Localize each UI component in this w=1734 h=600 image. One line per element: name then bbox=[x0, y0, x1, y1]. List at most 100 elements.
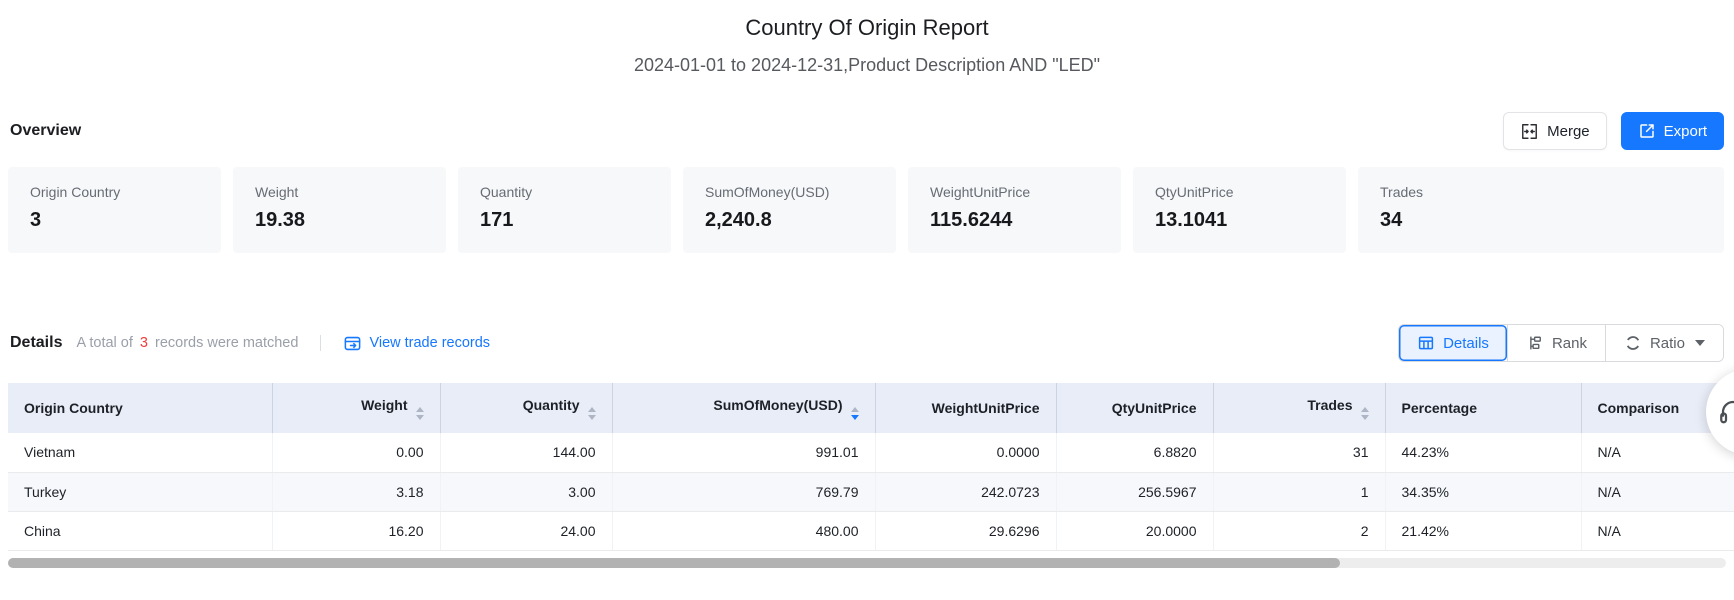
overview-section-label: Overview bbox=[10, 122, 81, 140]
sort-caret-up-icon bbox=[416, 407, 424, 412]
view-rank-button[interactable]: Rank bbox=[1507, 325, 1605, 361]
report-query-subtitle: 2024-01-01 to 2024-12-31,Product Descrip… bbox=[0, 55, 1734, 76]
chevron-down-icon bbox=[1695, 340, 1705, 346]
toolbar-buttons: Merge Export bbox=[1503, 112, 1724, 150]
stat-card-trades: Trades 34 bbox=[1358, 167, 1724, 253]
cell-weightunitprice: 0.0000 bbox=[875, 433, 1056, 472]
column-header-weightunitprice: WeightUnitPrice bbox=[875, 383, 1056, 433]
stat-card-weightunitprice: WeightUnitPrice 115.6244 bbox=[908, 167, 1121, 253]
stat-card-value: 115.6244 bbox=[930, 209, 1121, 232]
cell-qtyunitprice: 6.8820 bbox=[1056, 433, 1213, 472]
column-header-label: SumOfMoney(USD) bbox=[713, 397, 842, 413]
cell-sumofmoney-usd: 769.79 bbox=[612, 472, 875, 511]
stat-card-quantity: Quantity 171 bbox=[458, 167, 671, 253]
details-section-label: Details bbox=[10, 334, 62, 352]
sort-caret-down-icon bbox=[416, 415, 424, 420]
column-header-sumofmoney-usd[interactable]: SumOfMoney(USD) bbox=[612, 383, 875, 433]
match-count: 3 bbox=[140, 335, 148, 351]
stat-card-label: WeightUnitPrice bbox=[930, 184, 1121, 200]
column-header-qtyunitprice: QtyUnitPrice bbox=[1056, 383, 1213, 433]
sort-caret-up-icon bbox=[851, 407, 859, 412]
stat-card-value: 34 bbox=[1380, 209, 1724, 232]
column-header-origin-country: Origin Country bbox=[8, 383, 272, 433]
cell-qtyunitprice: 256.5967 bbox=[1056, 472, 1213, 511]
headset-icon bbox=[1718, 397, 1734, 427]
stat-card-origin-country: Origin Country3 bbox=[8, 167, 221, 253]
sort-caret-down-icon bbox=[851, 415, 859, 420]
view-switcher: Details Rank Ratio bbox=[1398, 324, 1724, 362]
column-header-label: Origin Country bbox=[24, 400, 123, 416]
column-header-weight[interactable]: Weight bbox=[272, 383, 440, 433]
stat-card-label: Trades bbox=[1380, 184, 1724, 200]
horizontal-scrollbar-track[interactable] bbox=[8, 558, 1726, 568]
sort-caret-up-icon bbox=[1361, 407, 1369, 412]
cell-quantity: 144.00 bbox=[440, 433, 612, 472]
cell-weightunitprice: 29.6296 bbox=[875, 511, 1056, 550]
stat-card-weight: Weight19.38 bbox=[233, 167, 446, 253]
details-summary: Details A total of 3 records were matche… bbox=[10, 334, 490, 353]
column-header-label: Weight bbox=[361, 397, 407, 413]
cell-weight: 3.18 bbox=[272, 472, 440, 511]
view-details-button[interactable]: Details bbox=[1399, 325, 1507, 361]
cell-origin-country: Turkey bbox=[8, 472, 272, 511]
stat-card-sumofmoney-usd: SumOfMoney(USD)2,240.8 bbox=[683, 167, 896, 253]
cell-quantity: 24.00 bbox=[440, 511, 612, 550]
column-header-label: QtyUnitPrice bbox=[1112, 400, 1197, 416]
sort-carets bbox=[1361, 407, 1369, 420]
page-title: Country Of Origin Report bbox=[0, 15, 1734, 41]
export-icon bbox=[1638, 122, 1656, 140]
horizontal-scrollbar-thumb[interactable] bbox=[8, 558, 1340, 568]
export-button[interactable]: Export bbox=[1621, 112, 1724, 150]
sort-caret-down-icon bbox=[1361, 415, 1369, 420]
details-table: Origin Country Weight Quantity SumOfMoney(U… bbox=[8, 383, 1734, 551]
sort-caret-down-icon bbox=[588, 415, 596, 420]
table-row-turkey: Turkey3.183.00769.79242.0723256.5967134.… bbox=[8, 472, 1734, 511]
stat-card-label: Weight bbox=[255, 184, 446, 200]
export-button-label: Export bbox=[1664, 123, 1707, 140]
sort-carets bbox=[416, 407, 424, 420]
cell-origin-country: Vietnam bbox=[8, 433, 272, 472]
cell-sumofmoney-usd: 991.01 bbox=[612, 433, 875, 472]
column-header-trades[interactable]: Trades bbox=[1213, 383, 1385, 433]
cell-qtyunitprice: 20.0000 bbox=[1056, 511, 1213, 550]
merge-button[interactable]: Merge bbox=[1503, 112, 1607, 150]
ratio-icon bbox=[1624, 334, 1642, 352]
view-trade-records-link[interactable]: View trade records bbox=[343, 334, 490, 353]
cell-weightunitprice: 242.0723 bbox=[875, 472, 1056, 511]
column-header-label: Trades bbox=[1307, 397, 1352, 413]
table-body: Vietnam0.00144.00991.010.00006.88203144.… bbox=[8, 433, 1734, 550]
view-button-label: Ratio bbox=[1650, 335, 1685, 352]
cell-weight: 0.00 bbox=[272, 433, 440, 472]
match-suffix: records were matched bbox=[155, 335, 298, 351]
cell-percentage: 21.42% bbox=[1385, 511, 1581, 550]
cell-comparison: N/A bbox=[1581, 433, 1734, 472]
stat-card-label: QtyUnitPrice bbox=[1155, 184, 1346, 200]
merge-cells-icon bbox=[1520, 122, 1539, 141]
sort-carets bbox=[851, 407, 859, 420]
stat-card-label: Quantity bbox=[480, 184, 671, 200]
stat-card-value: 13.1041 bbox=[1155, 209, 1346, 232]
stat-card-value: 3 bbox=[30, 209, 221, 232]
merge-button-label: Merge bbox=[1547, 123, 1590, 140]
view-button-label: Rank bbox=[1552, 335, 1587, 352]
cell-quantity: 3.00 bbox=[440, 472, 612, 511]
column-header-label: Quantity bbox=[523, 397, 580, 413]
table-icon bbox=[1417, 334, 1435, 352]
cell-origin-country: China bbox=[8, 511, 272, 550]
overview-bar: Overview Merge Export bbox=[0, 112, 1734, 150]
stat-card-qtyunitprice: QtyUnitPrice 13.1041 bbox=[1133, 167, 1346, 253]
cell-trades: 31 bbox=[1213, 433, 1385, 472]
column-header-quantity[interactable]: Quantity bbox=[440, 383, 612, 433]
cell-weight: 16.20 bbox=[272, 511, 440, 550]
cell-comparison: N/A bbox=[1581, 511, 1734, 550]
sort-caret-up-icon bbox=[588, 407, 596, 412]
stat-cards: Origin Country3Weight19.38 Quantity 171 Sum… bbox=[0, 167, 1734, 253]
stat-card-value: 2,240.8 bbox=[705, 209, 896, 232]
view-ratio-button[interactable]: Ratio bbox=[1605, 325, 1723, 361]
match-prefix: A total of bbox=[76, 335, 132, 351]
column-header-label: Percentage bbox=[1402, 400, 1477, 416]
sort-carets bbox=[588, 407, 596, 420]
rank-icon bbox=[1526, 334, 1544, 352]
stat-card-value: 171 bbox=[480, 209, 671, 232]
trade-records-icon bbox=[343, 334, 362, 353]
